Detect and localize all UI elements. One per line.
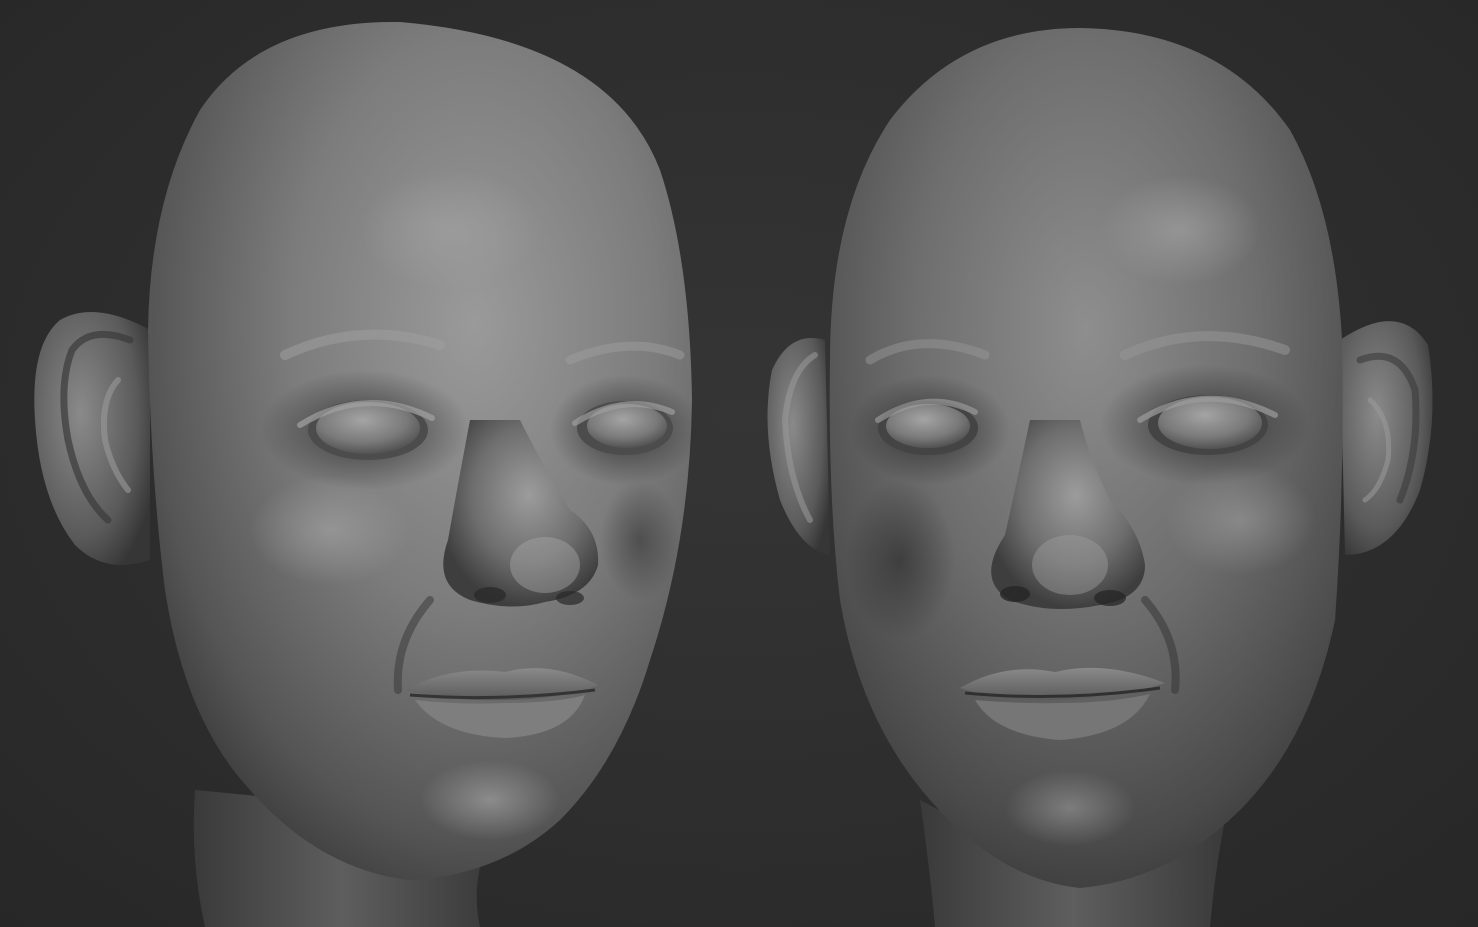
left-ear — [34, 312, 150, 565]
right-head-render — [767, 28, 1433, 927]
render-canvas — [34, 21, 1433, 927]
left-head-render — [34, 21, 700, 927]
sculpt-viewport[interactable] — [0, 0, 1478, 927]
